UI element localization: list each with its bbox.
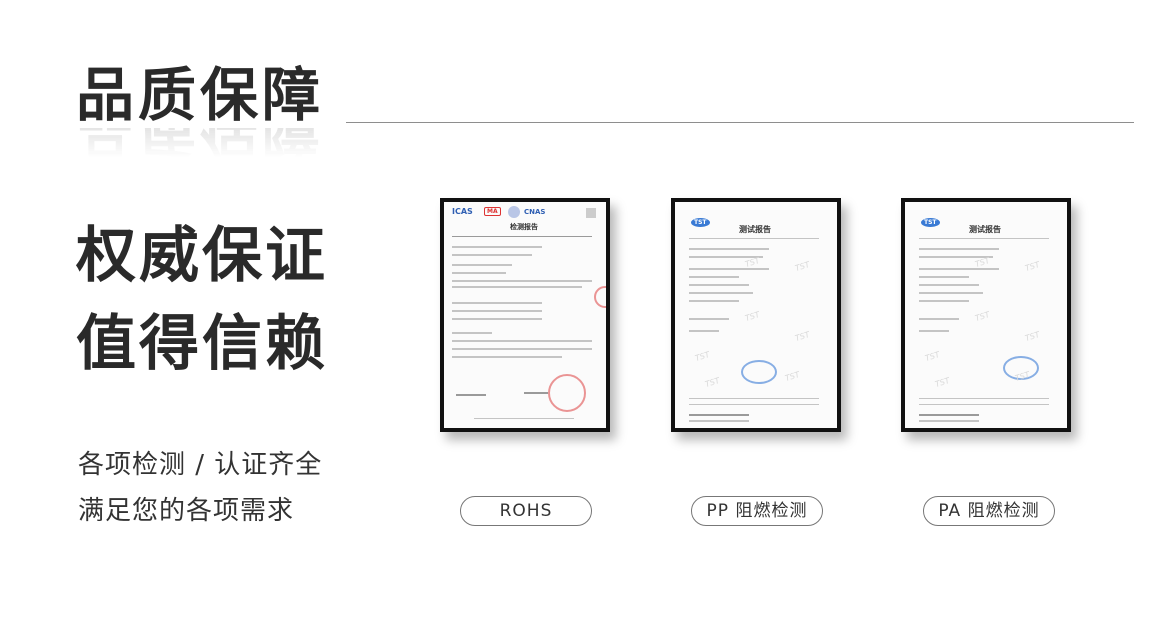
subtitle-line2: 满足您的各项需求 (78, 496, 295, 526)
headline-line1: 权威保证 (76, 221, 328, 291)
page-title: 品质保障 (76, 61, 325, 129)
icas-logo: ICAS (452, 207, 473, 216)
ma-logo: MA (484, 207, 501, 216)
certificate-paper: ICAS MA CNAS 检测报告 (444, 202, 606, 428)
subtitle-line1: 各项检测 / 认证齐全 (78, 450, 323, 480)
title-divider (346, 122, 1134, 123)
headline-line2: 值得信赖 (76, 309, 328, 379)
tst-logo: TST (921, 218, 940, 227)
certificate-pa-image: TST 测试报告 TST TST TST TST TST TST TST (901, 198, 1071, 432)
blue-seal-icon (741, 360, 777, 384)
page-title-reflection: 品质保障 (76, 128, 324, 158)
certificate-label-pa: PA 阻燃检测 (923, 496, 1055, 526)
certificate-heading: 测试报告 (969, 225, 1001, 234)
red-seal-icon (548, 374, 586, 412)
certificate-label-rohs: ROHS (460, 496, 592, 526)
cnas-logo: CNAS (524, 208, 546, 216)
tst-logo: TST (691, 218, 710, 227)
certificate-heading: 测试报告 (739, 225, 771, 234)
certificate-paper: TST 测试报告 TST TST TST TST TST TST TST (905, 202, 1067, 428)
qr-code-icon (586, 208, 596, 218)
certificate-label-pp: PP 阻燃检测 (691, 496, 823, 526)
certificate-rohs-image: ICAS MA CNAS 检测报告 (440, 198, 610, 432)
certificate-heading: 检测报告 (510, 223, 538, 231)
certificate-pp-image: TST 测试报告 TST TST TST TST TST TST TST (671, 198, 841, 432)
certificate-paper: TST 测试报告 TST TST TST TST TST TST TST (675, 202, 837, 428)
accreditation-seal-icon (508, 206, 520, 218)
red-seal-edge-icon (594, 286, 606, 308)
